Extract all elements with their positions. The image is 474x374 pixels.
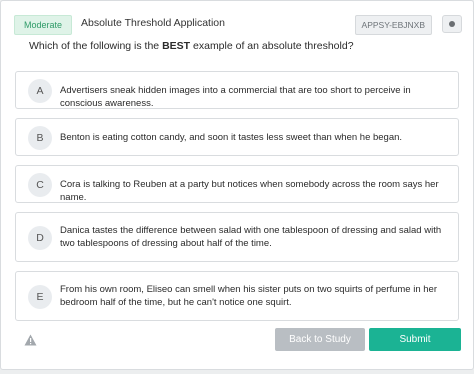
choice-text: Advertisers sneak hidden images into a c… [60, 85, 411, 109]
choice-text: Benton is eating cotton candy, and soon … [60, 132, 403, 143]
options-button[interactable] [442, 15, 462, 33]
answer-choice-d[interactable]: D Danica tastes the difference between s… [15, 212, 459, 262]
question-card: Moderate Absolute Threshold Application … [0, 0, 474, 370]
choice-letter: E [28, 285, 52, 309]
question-emphasis: BEST [162, 40, 191, 52]
choice-letter: D [28, 226, 52, 250]
answer-choice-e[interactable]: E From his own room, Eliseo can smell wh… [15, 271, 459, 321]
difficulty-badge: Moderate [14, 15, 73, 35]
question-title: Absolute Threshold Application [81, 17, 225, 29]
warning-triangle-icon[interactable] [24, 334, 37, 346]
choice-letter: B [28, 126, 52, 150]
submit-button[interactable]: Submit [369, 328, 461, 351]
choice-text: Danica tastes the difference between sal… [60, 225, 442, 249]
choice-text: Cora is talking to Reuben at a party but… [60, 179, 439, 203]
question-suffix: example of an absolute threshold? [190, 40, 354, 52]
question-code-badge: APPSY-EBJNXB [354, 15, 432, 35]
back-to-study-guide-button[interactable]: Back to Study Guide [275, 328, 365, 368]
question-prompt: Which of the following is the BEST examp… [29, 40, 354, 52]
choice-letter: C [28, 173, 52, 197]
answer-choice-a[interactable]: A Advertisers sneak hidden images into a… [15, 71, 459, 109]
question-prefix: Which of the following is the [29, 40, 163, 52]
dot-icon [449, 21, 455, 27]
question-header: Moderate Absolute Threshold Application … [14, 14, 462, 35]
choice-text: From his own room, Eliseo can smell when… [60, 284, 437, 308]
answer-choice-c[interactable]: C Cora is talking to Reuben at a party b… [15, 165, 459, 203]
choice-letter: A [28, 79, 52, 103]
answer-choice-b[interactable]: B Benton is eating cotton candy, and soo… [15, 118, 459, 156]
